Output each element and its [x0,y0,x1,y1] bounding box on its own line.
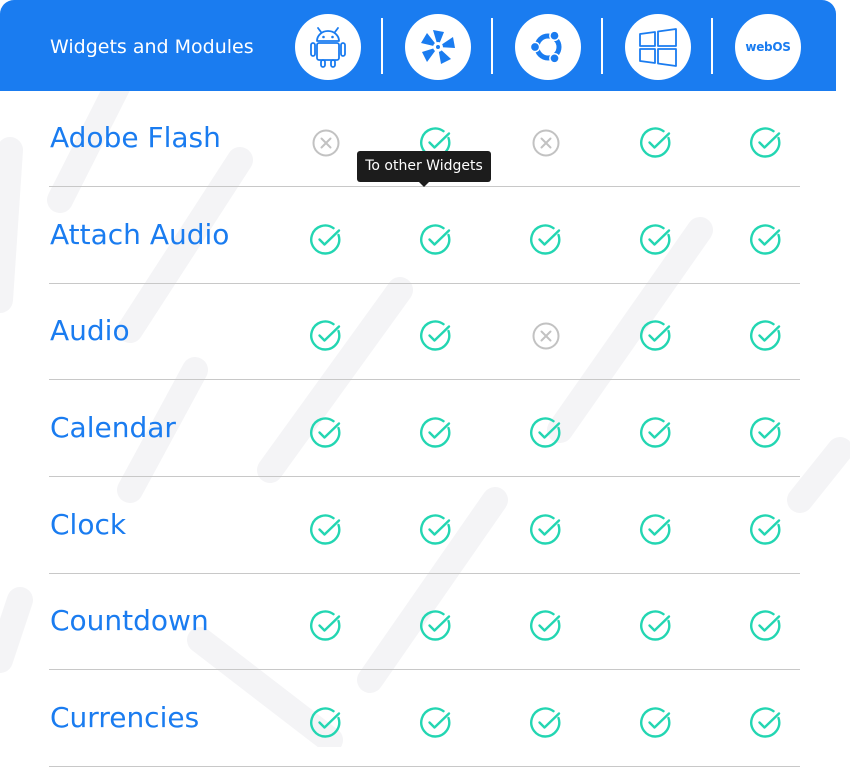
check-icon [639,706,673,740]
check-icon [309,416,343,450]
check-icon [309,513,343,547]
check-icon [639,319,673,353]
table-row: Audio [49,284,800,380]
tooltip-arrow [418,181,430,187]
check-icon [749,706,783,740]
header-divider [491,18,493,74]
check-icon [639,223,673,257]
check-icon [309,319,343,353]
check-icon [419,706,453,740]
row-divider [49,476,800,477]
table-row: Countdown [49,574,800,670]
table-row: Attach Audio [49,188,800,284]
check-icon [639,609,673,643]
check-icon [639,416,673,450]
check-icon [639,126,673,160]
tizen-icon[interactable] [405,14,471,80]
check-icon [419,416,453,450]
check-icon [749,416,783,450]
cross-icon [309,126,343,160]
windows-icon[interactable] [625,14,691,80]
row-divider [49,669,800,670]
cross-icon [529,319,563,353]
header-divider [711,18,713,74]
table-row: Currencies [49,671,800,767]
check-icon [529,706,563,740]
check-icon [529,223,563,257]
check-icon [419,609,453,643]
check-icon [419,223,453,257]
check-icon [639,513,673,547]
row-label: Clock [50,508,127,541]
row-label: Audio [50,314,130,347]
check-icon [749,126,783,160]
check-icon [309,609,343,643]
check-icon [749,609,783,643]
webos-icon[interactable]: webOS [735,14,801,80]
check-icon [529,513,563,547]
row-label: Calendar [50,411,176,444]
row-label: Adobe Flash [50,121,221,154]
check-icon [419,319,453,353]
platform-header: Widgets and Modules webOS [0,0,836,91]
check-icon [749,223,783,257]
check-icon [529,609,563,643]
tooltip: To other Widgets [357,151,491,182]
row-label: Currencies [50,701,200,734]
webos-label: webOS [745,40,791,54]
android-icon[interactable] [295,14,361,80]
cross-icon [529,126,563,160]
check-icon [749,319,783,353]
check-icon [749,513,783,547]
header-title: Widgets and Modules [50,36,254,58]
check-icon [529,416,563,450]
header-divider [601,18,603,74]
table-row: Calendar [49,381,800,477]
table-row: Clock [49,478,800,574]
row-divider [49,379,800,380]
header-divider [381,18,383,74]
check-icon [309,223,343,257]
row-label: Countdown [50,604,209,637]
check-icon [309,706,343,740]
row-label: Attach Audio [50,218,230,251]
check-icon [419,513,453,547]
ubuntu-icon[interactable] [515,14,581,80]
